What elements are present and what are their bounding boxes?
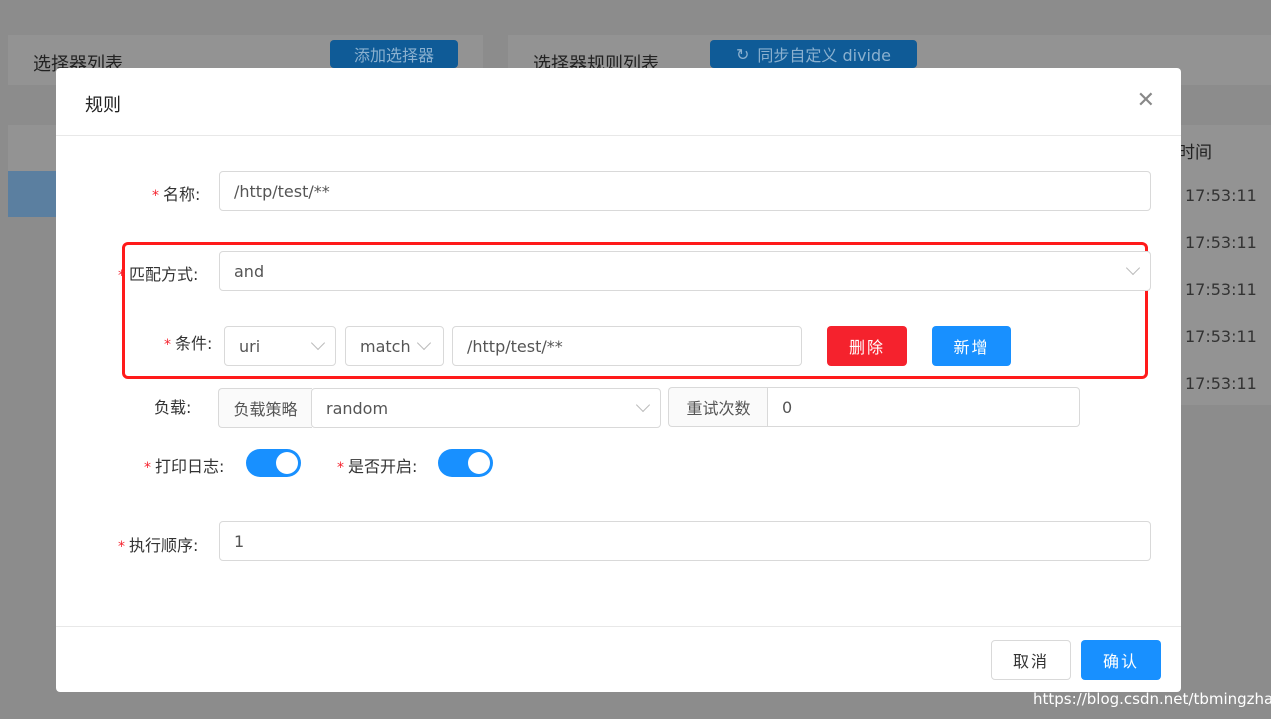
cancel-button[interactable]: 取消 — [991, 640, 1071, 680]
enabled-label: * 是否开启: — [337, 457, 418, 476]
add-selector-button[interactable]: 添加选择器 — [330, 40, 458, 68]
sync-label: 同步自定义 divide — [757, 46, 891, 65]
chevron-down-icon — [310, 335, 326, 351]
confirm-button[interactable]: 确认 — [1081, 640, 1161, 680]
load-strategy-select[interactable]: random — [311, 388, 661, 428]
load-strategy-addon: 负载策略 — [218, 388, 312, 428]
time-cell: 17:53:11 — [1185, 374, 1257, 393]
refresh-icon: ↻ — [735, 44, 750, 64]
condition-value-input[interactable]: /http/test/** — [452, 326, 802, 366]
delete-condition-button[interactable]: 删除 — [827, 326, 907, 366]
match-mode-select[interactable]: and — [219, 251, 1151, 291]
add-condition-button[interactable]: 新增 — [932, 326, 1011, 366]
log-toggle[interactable] — [246, 449, 301, 477]
order-label: * 执行顺序: — [118, 536, 199, 555]
rule-table-bg — [1181, 125, 1271, 405]
match-mode-label: * 匹配方式: — [118, 265, 199, 284]
name-input[interactable]: /http/test/** — [219, 171, 1151, 211]
chevron-down-icon — [1125, 260, 1141, 276]
enabled-toggle[interactable] — [438, 449, 493, 477]
condition-param-select[interactable]: uri — [224, 326, 336, 366]
dialog-header: 规则 ✕ — [56, 68, 1181, 136]
condition-label: * 条件: — [164, 334, 213, 353]
time-cell: 17:53:11 — [1185, 327, 1257, 346]
sync-divide-button[interactable]: ↻ 同步自定义 divide — [710, 40, 917, 68]
chevron-down-icon — [416, 335, 432, 351]
dialog-title: 规则 — [85, 95, 121, 116]
close-icon[interactable]: ✕ — [1137, 88, 1155, 113]
retry-input[interactable]: 0 — [767, 387, 1080, 427]
load-label: 负载: — [154, 398, 192, 417]
order-input[interactable]: 1 — [219, 521, 1151, 561]
time-cell: 17:53:11 — [1185, 186, 1257, 205]
rule-dialog: 规则 ✕ * 名称: /http/test/** * 匹配方式: and * 条件: … — [56, 68, 1181, 692]
chevron-down-icon — [635, 397, 651, 413]
name-label: * 名称: — [152, 185, 201, 204]
time-cell: 17:53:11 — [1185, 280, 1257, 299]
log-label: * 打印日志: — [144, 457, 225, 476]
condition-operator-select[interactable]: match — [345, 326, 444, 366]
time-cell: 17:53:11 — [1185, 233, 1257, 252]
retry-addon: 重试次数 — [668, 387, 768, 427]
dialog-footer: 取消 确认 — [56, 626, 1181, 692]
watermark: https://blog.csdn.net/tbmingzhao — [1033, 690, 1271, 708]
selected-row[interactable] — [8, 171, 56, 217]
